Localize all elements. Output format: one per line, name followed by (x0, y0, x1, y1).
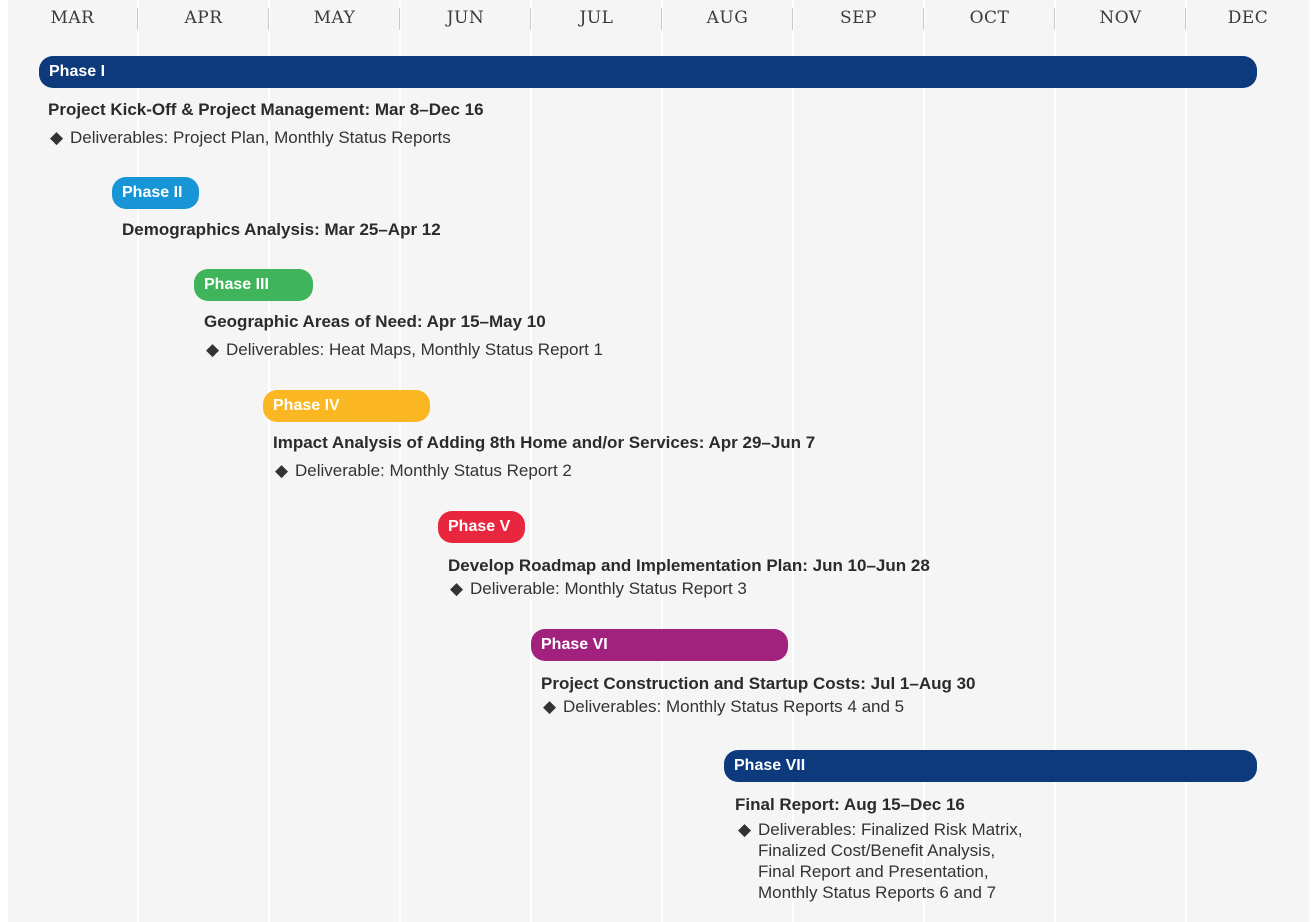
phase-title: Impact Analysis of Adding 8th Home and/o… (273, 433, 816, 452)
month-label: DEC (1227, 8, 1269, 28)
deliverable-text: Deliverables: Project Plan, Monthly Stat… (70, 128, 451, 147)
phase-title: Project Construction and Startup Costs: … (541, 674, 976, 693)
diamond-bullet-icon: ◆ (275, 461, 289, 480)
deliverable-text: Deliverables: Finalized Risk Matrix, (758, 820, 1023, 839)
phase-deliverables: ◆ Deliverable: Monthly Status Report 2 (275, 460, 572, 481)
month-divider (399, 8, 400, 30)
phase-deliverables: ◆ Deliverables: Monthly Status Reports 4 … (543, 696, 904, 717)
timeline-chart: MAR APR MAY JUN JUL AUG SEP OCT NOV DEC … (0, 0, 1313, 922)
phase-deliverables: ◆ Deliverables: Finalized Risk Matrix, Fi… (738, 819, 1023, 903)
month-label: JUL (579, 8, 614, 28)
phase-title: Project Kick-Off & Project Management: M… (48, 100, 484, 119)
column-bg (663, 0, 792, 922)
diamond-bullet-icon: ◆ (738, 820, 752, 839)
diamond-bullet-icon: ◆ (450, 579, 464, 598)
column-bg (794, 0, 923, 922)
phase-bar: Phase VI (531, 629, 788, 661)
phase-bar: Phase VII (724, 750, 1257, 782)
phase-bar: Phase V (438, 511, 525, 543)
month-divider (661, 8, 662, 30)
diamond-bullet-icon: ◆ (206, 340, 220, 359)
month-label: NOV (1099, 8, 1142, 28)
month-divider (268, 8, 269, 30)
month-label: MAR (50, 8, 95, 28)
deliverable-text: Deliverables: Heat Maps, Monthly Status … (226, 340, 604, 359)
month-label: JUN (446, 8, 485, 28)
month-label: AUG (706, 8, 749, 28)
month-label: MAY (313, 8, 356, 28)
phase-bar: Phase I (39, 56, 1257, 88)
column-bg (1187, 0, 1309, 922)
diamond-bullet-icon: ◆ (543, 697, 557, 716)
phase-title: Final Report: Aug 15–Dec 16 (735, 795, 965, 814)
month-divider (792, 8, 793, 30)
phase-bar: Phase II (112, 177, 199, 209)
month-label: SEP (840, 8, 877, 28)
month-divider (530, 8, 531, 30)
phase-bar: Phase III (194, 269, 313, 301)
phase-deliverables: ◆ Deliverable: Monthly Status Report 3 (450, 578, 747, 599)
phase-title: Develop Roadmap and Implementation Plan:… (448, 556, 930, 575)
deliverable-text: Deliverables: Monthly Status Reports 4 a… (563, 697, 905, 716)
deliverable-text: Monthly Status Reports 6 and 7 (758, 883, 997, 902)
phase-deliverables: ◆ Deliverables: Heat Maps, Monthly Status… (206, 339, 603, 360)
phase-bar: Phase IV (263, 390, 430, 422)
month-divider (1185, 8, 1186, 30)
month-label: APR (184, 8, 223, 28)
deliverable-text: Finalized Cost/Benefit Analysis, (758, 841, 996, 860)
deliverable-text: Final Report and Presentation, (758, 862, 989, 881)
deliverable-text: Deliverable: Monthly Status Report 3 (470, 579, 747, 598)
diamond-bullet-icon: ◆ (50, 128, 64, 147)
phase-deliverables: ◆ Deliverables: Project Plan, Monthly Sta… (50, 127, 451, 148)
month-label: OCT (969, 8, 1010, 28)
deliverable-text: Deliverable: Monthly Status Report 2 (295, 461, 572, 480)
phase-title: Geographic Areas of Need: Apr 15–May 10 (204, 312, 546, 331)
month-divider (137, 8, 138, 30)
phase-title: Demographics Analysis: Mar 25–Apr 12 (122, 220, 441, 239)
month-divider (1054, 8, 1055, 30)
month-divider (923, 8, 924, 30)
column-bg (925, 0, 1054, 922)
column-bg (1056, 0, 1185, 922)
